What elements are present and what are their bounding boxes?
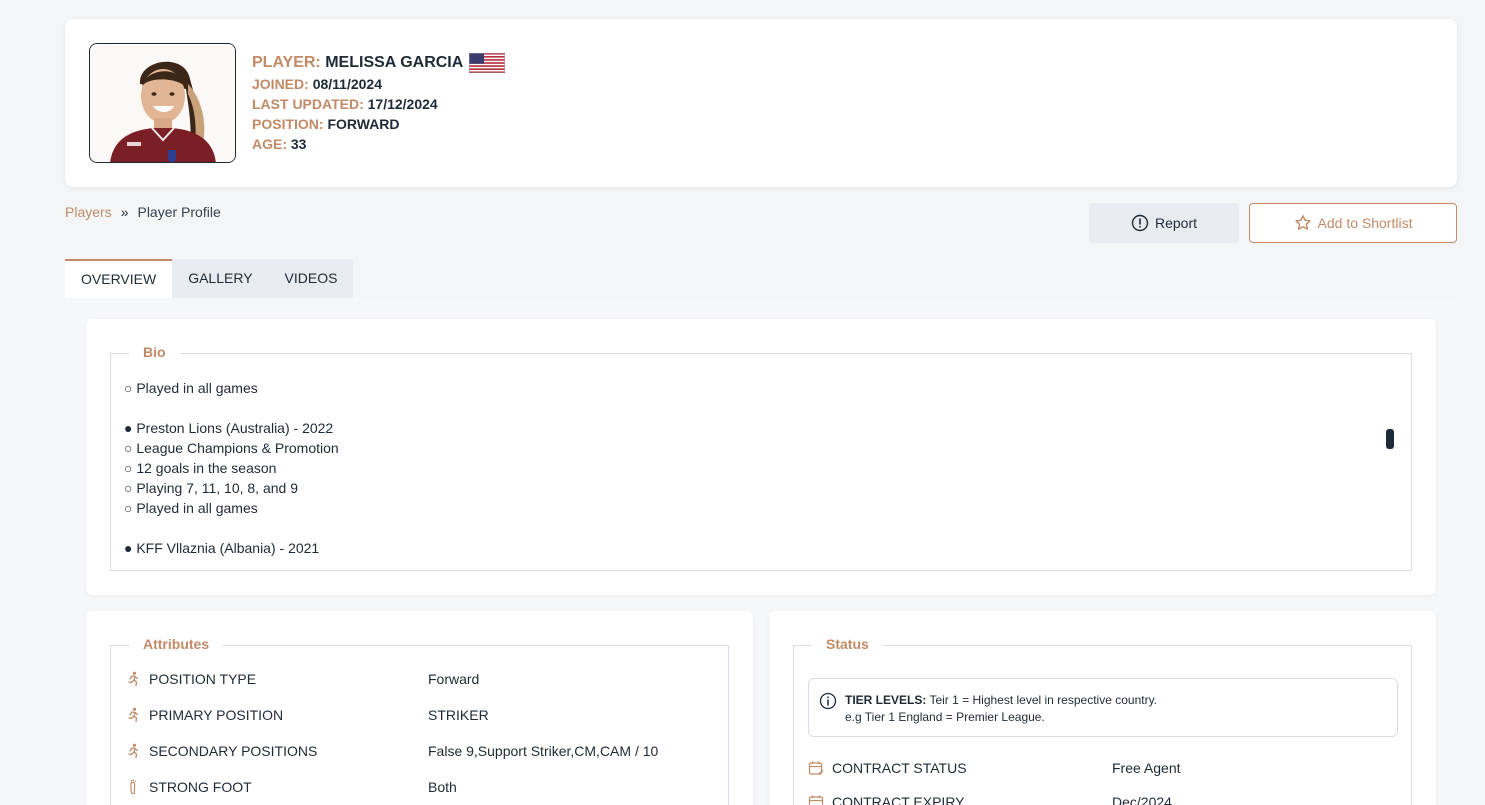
status-row: CONTRACT EXPIRY Dec/2024 — [808, 792, 1172, 805]
attribute-label: SECONDARY POSITIONS — [149, 743, 318, 759]
info-icon — [819, 692, 837, 710]
tier-levels-label: TIER LEVELS: — [845, 693, 927, 707]
breadcrumb-current: Player Profile — [137, 204, 221, 220]
status-title: Status — [812, 636, 883, 652]
updated-row: LAST UPDATED: 17/12/2024 — [252, 94, 505, 114]
player-name-row: PLAYER: MELISSA GARCIA — [252, 52, 506, 74]
bio-line: ○ Playing 7, 11, 10, 8, and 9 — [124, 480, 298, 496]
bio-line: ● Preston Lions (Australia) - 2022 — [124, 420, 334, 436]
position-label: POSITION: — [252, 116, 324, 132]
player-name: MELISSA GARCIA — [325, 54, 464, 71]
add-to-shortlist-button[interactable]: Add to Shortlist — [1249, 203, 1457, 243]
status-row: CONTRACT STATUS Free Agent — [808, 758, 1181, 778]
report-button[interactable]: Report — [1089, 203, 1239, 243]
updated-label: LAST UPDATED: — [252, 96, 364, 112]
player-photo — [90, 44, 235, 162]
profile-tabs: OVERVIEW GALLERY VIDEOS — [65, 259, 354, 298]
tab-videos[interactable]: VIDEOS — [269, 259, 354, 298]
report-button-label: Report — [1154, 215, 1198, 231]
updated-value: 17/12/2024 — [367, 96, 438, 112]
bio-scrollbar-thumb[interactable] — [1386, 429, 1394, 449]
status-card: Status TIER LEVELS: Teir 1 = Highest lev… — [769, 611, 1436, 805]
us-flag-icon — [469, 53, 506, 73]
joined-value: 08/11/2024 — [312, 76, 382, 92]
tab-overview[interactable]: OVERVIEW — [65, 259, 173, 298]
bio-line: ○ League Champions & Promotion — [124, 440, 339, 456]
tier-levels-info: TIER LEVELS: Teir 1 = Highest level in r… — [808, 678, 1398, 737]
breadcrumb: Players » Player Profile — [65, 204, 221, 220]
bio-line: ○ Played in all games — [124, 500, 258, 516]
attribute-label: PRIMARY POSITION — [149, 707, 284, 723]
attribute-row: PRIMARY POSITION STRIKER — [125, 705, 489, 725]
runner-icon — [125, 743, 141, 759]
shortlist-button-label: Add to Shortlist — [1317, 215, 1413, 231]
bio-line — [124, 398, 339, 418]
status-value: Free Agent — [1112, 760, 1181, 776]
attributes-card: Attributes POSITION TYPE Forward PRIMARY… — [86, 611, 753, 805]
bio-line: ○ 12 goals in the season — [124, 460, 277, 476]
player-header-card: PLAYER: MELISSA GARCIA JOINED: 08/11/202… — [65, 19, 1457, 187]
status-fieldset: Status TIER LEVELS: Teir 1 = Highest lev… — [793, 636, 1412, 805]
alert-circle-icon — [1131, 214, 1149, 232]
tier-levels-example: e.g Tier 1 England = Premier League. — [845, 710, 1045, 724]
bio-title: Bio — [129, 344, 180, 360]
bio-card: Bio ○ Played in all games ● Preston Lion… — [86, 319, 1436, 595]
runner-icon — [125, 671, 141, 687]
bio-line: ○ Played in all games — [124, 380, 258, 396]
attributes-fieldset: Attributes POSITION TYPE Forward PRIMARY… — [110, 636, 729, 805]
bio-fieldset: Bio ○ Played in all games ● Preston Lion… — [110, 344, 1412, 571]
tier-levels-text: TIER LEVELS: Teir 1 = Highest level in r… — [845, 692, 1157, 726]
joined-row: JOINED: 08/11/2024 — [252, 74, 505, 94]
joined-label: JOINED: — [252, 76, 309, 92]
bio-line: ● KFF Vllaznia (Albania) - 2021 — [124, 540, 320, 556]
attribute-row: SECONDARY POSITIONS False 9,Support Stri… — [125, 741, 658, 761]
attribute-value: STRIKER — [428, 707, 489, 723]
player-avatar — [89, 43, 236, 163]
attribute-row: POSITION TYPE Forward — [125, 669, 479, 689]
attribute-row: STRONG FOOT Both — [125, 777, 457, 797]
calendar-icon — [808, 794, 824, 805]
runner-icon — [125, 707, 141, 723]
position-row: POSITION: FORWARD — [252, 114, 505, 134]
attribute-value: Forward — [428, 671, 480, 687]
star-icon — [1294, 215, 1311, 230]
breadcrumb-separator: » — [120, 204, 129, 220]
status-value: Dec/2024 — [1112, 794, 1172, 805]
bio-line — [124, 518, 339, 538]
calendar-edit-icon — [808, 760, 824, 776]
bio-text: ○ Played in all games ● Preston Lions (A… — [124, 378, 339, 558]
footprint-icon — [125, 779, 141, 795]
tab-gallery[interactable]: GALLERY — [172, 259, 268, 298]
age-value: 33 — [290, 136, 307, 152]
age-label: AGE: — [252, 136, 287, 152]
attributes-title: Attributes — [129, 636, 224, 652]
attribute-value: Both — [428, 779, 457, 795]
age-row: AGE: 33 — [252, 134, 505, 154]
attribute-label: STRONG FOOT — [149, 779, 252, 795]
player-name-label: PLAYER: — [252, 54, 321, 71]
status-label: CONTRACT STATUS — [832, 760, 967, 776]
position-value: FORWARD — [327, 116, 400, 132]
breadcrumb-players-link[interactable]: Players — [65, 204, 112, 220]
attribute-label: POSITION TYPE — [149, 671, 257, 687]
status-label: CONTRACT EXPIRY — [832, 794, 965, 805]
attribute-value: False 9,Support Striker,CM,CAM / 10 — [428, 743, 659, 759]
tier-levels-description: Teir 1 = Highest level in respective cou… — [926, 693, 1158, 707]
player-info: PLAYER: MELISSA GARCIA JOINED: 08/11/202… — [252, 52, 506, 154]
